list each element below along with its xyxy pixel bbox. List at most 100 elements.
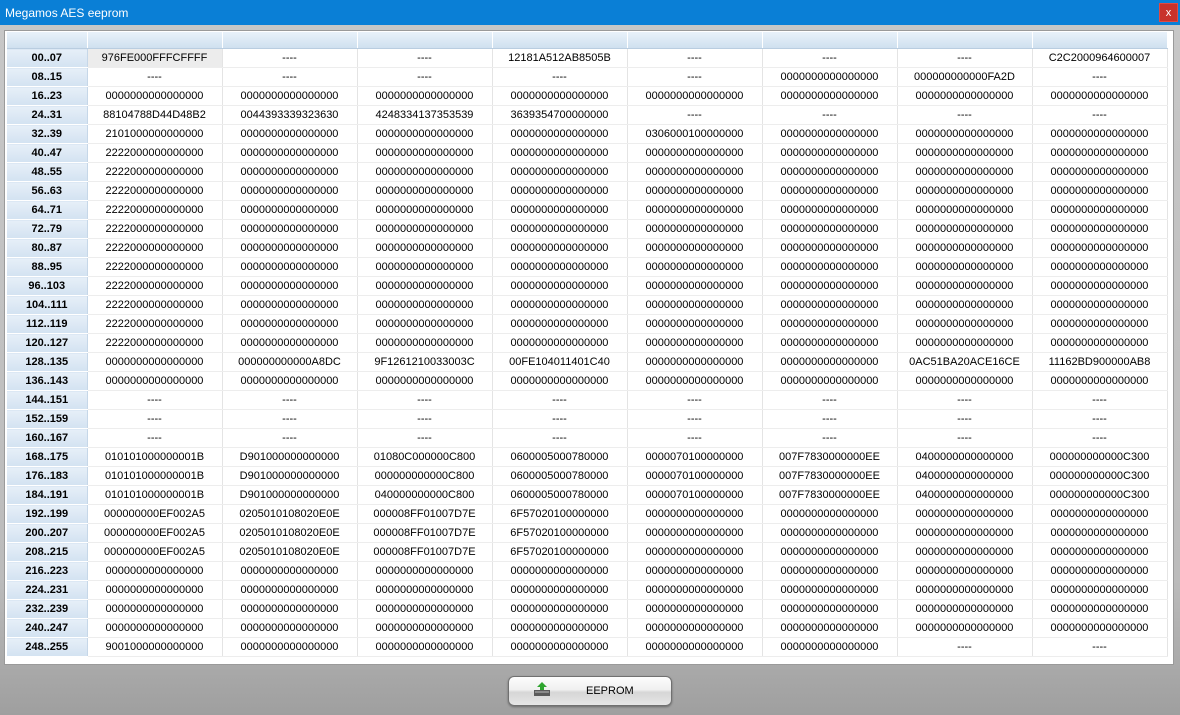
data-cell[interactable]: 2222000000000000 <box>87 143 223 163</box>
row-header[interactable]: 120..127 <box>7 333 88 353</box>
data-cell[interactable]: 000000000000C300 <box>1032 447 1168 467</box>
data-cell[interactable]: 0AC51BA20ACE16CE <box>897 352 1033 372</box>
row-header[interactable]: 96..103 <box>7 276 88 296</box>
data-cell[interactable]: ---- <box>1032 637 1168 657</box>
data-cell[interactable]: 0000000000000000 <box>627 314 763 334</box>
data-cell[interactable]: 0000000000000000 <box>762 637 898 657</box>
data-cell[interactable]: ---- <box>627 390 763 410</box>
close-button[interactable]: x <box>1159 3 1178 22</box>
data-cell[interactable]: 0000000000000000 <box>492 371 628 391</box>
data-cell[interactable]: 000000000EF002A5 <box>87 542 223 562</box>
data-cell[interactable]: 0000000000000000 <box>897 314 1033 334</box>
row-header[interactable]: 200..207 <box>7 523 88 543</box>
row-header[interactable]: 240..247 <box>7 618 88 638</box>
data-cell[interactable]: 976FE000FFFCFFFF <box>87 48 223 68</box>
row-header[interactable]: 16..23 <box>7 86 88 106</box>
data-cell[interactable]: 0000000000000000 <box>762 276 898 296</box>
data-cell[interactable]: 000008FF01007D7E <box>357 542 493 562</box>
data-cell[interactable]: 0000000000000000 <box>357 257 493 277</box>
row-header[interactable]: 232..239 <box>7 599 88 619</box>
row-header[interactable]: 136..143 <box>7 371 88 391</box>
data-cell[interactable]: 0000000000000000 <box>357 143 493 163</box>
data-cell[interactable]: ---- <box>897 428 1033 448</box>
data-cell[interactable]: 0205010108020E0E <box>222 504 358 524</box>
data-cell[interactable]: 0000000000000000 <box>627 599 763 619</box>
data-cell[interactable]: 0000000000000000 <box>492 238 628 258</box>
data-cell[interactable]: 0044393339323630 <box>222 105 358 125</box>
data-cell[interactable]: 0000000000000000 <box>762 219 898 239</box>
data-cell[interactable]: ---- <box>222 48 358 68</box>
data-cell[interactable]: 0000000000000000 <box>1032 599 1168 619</box>
data-cell[interactable]: 0000000000000000 <box>87 371 223 391</box>
data-cell[interactable]: 0000070100000000 <box>627 447 763 467</box>
data-cell[interactable]: 6F57020100000000 <box>492 542 628 562</box>
data-cell[interactable]: 0000000000000000 <box>1032 200 1168 220</box>
data-cell[interactable]: 0000000000000000 <box>87 352 223 372</box>
data-cell[interactable]: 2222000000000000 <box>87 333 223 353</box>
data-cell[interactable]: 0000000000000000 <box>492 143 628 163</box>
data-cell[interactable]: 0000000000000000 <box>492 257 628 277</box>
data-cell[interactable]: 0000000000000000 <box>492 561 628 581</box>
data-cell[interactable]: 2222000000000000 <box>87 257 223 277</box>
data-cell[interactable]: 0000000000000000 <box>1032 504 1168 524</box>
data-cell[interactable]: 2222000000000000 <box>87 181 223 201</box>
data-cell[interactable]: 0000000000000000 <box>492 86 628 106</box>
column-header[interactable] <box>762 32 898 49</box>
data-cell[interactable]: 0000000000000000 <box>1032 181 1168 201</box>
data-cell[interactable]: ---- <box>627 48 763 68</box>
row-header[interactable]: 160..167 <box>7 428 88 448</box>
data-cell[interactable]: 0000000000000000 <box>222 162 358 182</box>
data-cell[interactable]: 0000000000000000 <box>897 504 1033 524</box>
data-cell[interactable]: 0000000000000000 <box>762 314 898 334</box>
data-cell[interactable]: 0000000000000000 <box>492 162 628 182</box>
data-cell[interactable]: 0000000000000000 <box>762 86 898 106</box>
data-cell[interactable]: 0000000000000000 <box>627 219 763 239</box>
data-cell[interactable]: ---- <box>492 428 628 448</box>
data-cell[interactable]: 0306000100000000 <box>627 124 763 144</box>
data-cell[interactable]: 0000000000000000 <box>627 295 763 315</box>
data-cell[interactable]: 0000000000000000 <box>357 295 493 315</box>
data-cell[interactable]: 0000000000000000 <box>222 181 358 201</box>
row-header[interactable]: 144..151 <box>7 390 88 410</box>
data-cell[interactable]: ---- <box>897 48 1033 68</box>
row-header[interactable]: 216..223 <box>7 561 88 581</box>
data-cell[interactable]: ---- <box>762 105 898 125</box>
data-cell[interactable]: ---- <box>87 67 223 87</box>
row-header[interactable]: 152..159 <box>7 409 88 429</box>
column-header[interactable] <box>627 32 763 49</box>
data-cell[interactable]: ---- <box>627 67 763 87</box>
data-cell[interactable]: 2222000000000000 <box>87 276 223 296</box>
data-cell[interactable]: ---- <box>897 637 1033 657</box>
data-cell[interactable]: 0000000000000000 <box>357 200 493 220</box>
data-cell[interactable]: 0000000000000000 <box>897 238 1033 258</box>
data-cell[interactable]: 88104788D44D48B2 <box>87 105 223 125</box>
data-cell[interactable]: 0000000000000000 <box>627 200 763 220</box>
data-cell[interactable]: 0000000000000000 <box>627 523 763 543</box>
data-cell[interactable]: 0000000000000000 <box>492 295 628 315</box>
data-cell[interactable]: 0000000000000000 <box>357 86 493 106</box>
data-cell[interactable]: 0000000000000000 <box>357 580 493 600</box>
data-cell[interactable]: 0000000000000000 <box>1032 219 1168 239</box>
data-cell[interactable]: 0000000000000000 <box>762 238 898 258</box>
row-header[interactable]: 88..95 <box>7 257 88 277</box>
data-cell[interactable]: 0000000000000000 <box>897 618 1033 638</box>
data-cell[interactable]: 0000000000000000 <box>87 599 223 619</box>
row-header[interactable]: 176..183 <box>7 466 88 486</box>
data-cell[interactable]: 0000000000000000 <box>627 561 763 581</box>
data-cell[interactable]: 0000000000000000 <box>492 124 628 144</box>
data-cell[interactable]: 010101000000001B <box>87 447 223 467</box>
data-cell[interactable]: 0600005000780000 <box>492 447 628 467</box>
row-header[interactable]: 24..31 <box>7 105 88 125</box>
data-cell[interactable]: 0000000000000000 <box>222 561 358 581</box>
data-cell[interactable]: 2222000000000000 <box>87 219 223 239</box>
data-cell[interactable]: 0000070100000000 <box>627 466 763 486</box>
data-cell[interactable]: 007F7830000000EE <box>762 466 898 486</box>
data-cell[interactable]: 0000000000000000 <box>222 219 358 239</box>
data-cell[interactable]: ---- <box>627 428 763 448</box>
row-header[interactable]: 40..47 <box>7 143 88 163</box>
data-cell[interactable]: 0000000000000000 <box>762 580 898 600</box>
data-cell[interactable]: C2C2000964600007 <box>1032 48 1168 68</box>
data-cell[interactable]: ---- <box>627 105 763 125</box>
data-cell[interactable]: 0000000000000000 <box>1032 333 1168 353</box>
data-cell[interactable]: 0000000000000000 <box>897 542 1033 562</box>
